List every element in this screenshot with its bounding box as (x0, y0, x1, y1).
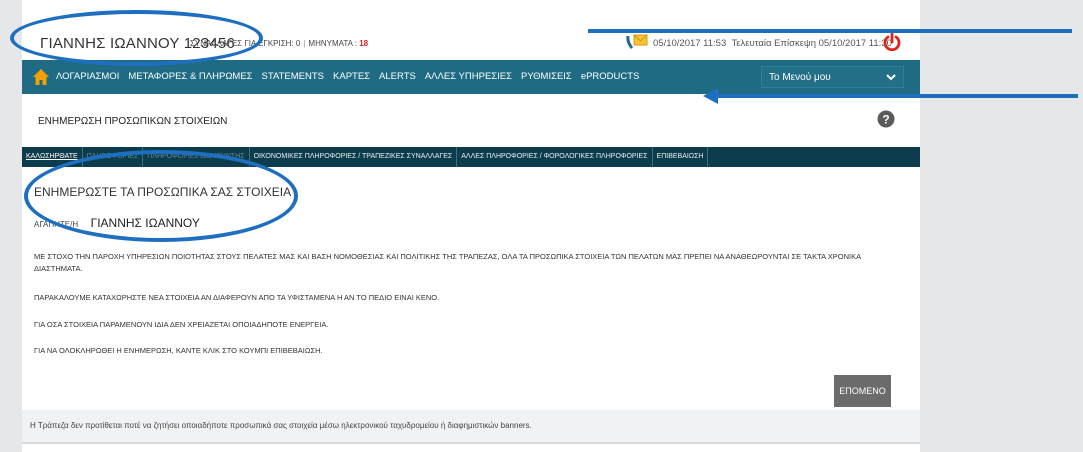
power-icon[interactable] (882, 32, 902, 52)
page-title: ΕΝΗΜΕΡΩΣΗ ΠΡΟΣΩΠΙΚΩΝ ΣΤΟΙΧΕΙΩΝ (38, 116, 228, 127)
nav-item-settings[interactable]: ΡΥΘΜΙΣΕΙΣ (521, 71, 572, 82)
nav-item-cards[interactable]: ΚΑΡΤΕΣ (333, 71, 370, 82)
footer-divider (22, 442, 920, 444)
last-visit: Τελευταία Επίσκεψη 05/10/2017 11:30 (731, 38, 892, 49)
info-paragraph: ΓΙΑ ΟΣΑ ΣΤΟΙΧΕΙΑ ΠΑΡΑΜΕΝΟΥΝ ΙΔΙΑ ΔΕΝ ΧΡΕ… (34, 320, 329, 329)
tab-confirmation[interactable]: ΕΠΙΒΕΒΑΙΩΣΗ (653, 147, 709, 167)
svg-text:?: ? (882, 113, 889, 127)
chevron-down-icon (886, 74, 896, 81)
security-notice: Η Τράπεζα δεν προτίθεται ποτέ να ζητήσει… (30, 421, 532, 430)
mail-icon[interactable] (626, 32, 648, 52)
nav-item-other-services[interactable]: ΑΛΛΕΣ ΥΠΗΡΕΣΙΕΣ (425, 71, 512, 82)
next-button[interactable]: ΕΠΟΜΕΝΟ (834, 375, 891, 407)
info-paragraph: ΠΑΡΑΚΑΛΟΥΜΕ ΚΑΤΑΧΩΡΗΣΤΕ ΝΕΑ ΣΤΟΙΧΕΙΑ ΑΝ … (34, 293, 440, 302)
nav-item-alerts[interactable]: ALERTS (379, 71, 416, 82)
annotation-ellipse-username (10, 10, 263, 66)
stats-separator: | (303, 39, 306, 48)
title-bar: ΕΝΗΜΕΡΩΣΗ ΠΡΟΣΩΠΙΚΩΝ ΣΤΟΙΧΕΙΩΝ ? (22, 94, 920, 147)
nav-item-eproducts[interactable]: ePRODUCTS (581, 71, 640, 82)
info-paragraph: ΜΕ ΣΤΟΧΟ ΤΗΝ ΠΑΡΟΧΗ ΥΠΗΡΕΣΙΩΝ ΠΟΙΟΤΗΤΑΣ … (34, 252, 861, 273)
help-icon[interactable]: ? (877, 110, 895, 128)
annotation-ellipse-greeting (24, 150, 298, 242)
page-gutter-left (0, 0, 22, 452)
nav-item-transfers-payments[interactable]: ΜΕΤΑΦΟΡΕΣ & ΠΛΗΡΩΜΕΣ (128, 71, 252, 82)
info-paragraph: ΓΙΑ ΝΑ ΟΛΟΚΛΗΡΩΘΕΙ Η ΕΝΗΜΕΡΩΣΗ, ΚΑΝΤΕ ΚΛ… (34, 346, 323, 355)
messages-count[interactable]: 18 (359, 39, 368, 48)
page-gutter-right (920, 0, 1083, 452)
nav-item-accounts[interactable]: ΛΟΓΑΡΙΑΣΜΟΙ (56, 71, 119, 82)
tab-financial-information[interactable]: ΟΙΚΟΝΟΜΙΚΕΣ ΠΛΗΡΟΦΟΡΙΕΣ / ΤΡΑΠΕΖΙΚΕΣ ΣΥΝ… (250, 147, 458, 167)
my-menu-select[interactable]: Το Μενού μου (761, 66, 904, 88)
nav-item-statements[interactable]: STATEMENTS (262, 71, 324, 82)
home-icon[interactable] (32, 68, 50, 86)
nav-items: ΛΟΓΑΡΙΑΣΜΟΙ ΜΕΤΑΦΟΡΕΣ & ΠΛΗΡΩΜΕΣ STATEME… (56, 71, 639, 82)
messages-label[interactable]: ΜΗΝΥΜΑΤΑ : (308, 39, 357, 48)
current-datetime: 05/10/2017 11:53 (653, 38, 727, 49)
my-menu-label: Το Μενού μου (769, 72, 831, 83)
tab-other-tax-information[interactable]: ΑΛΛΕΣ ΠΛΗΡΟΦΟΡΙΕΣ / ΦΟΡΟΛΟΓΙΚΕΣ ΠΛΗΡΟΦΟΡ… (457, 147, 653, 167)
session-dates: 05/10/2017 11:53 Τελευταία Επίσκεψη 05/1… (653, 38, 892, 49)
security-notice-footer: Η Τράπεζα δεν προτίθεται ποτέ να ζητήσει… (22, 410, 920, 442)
